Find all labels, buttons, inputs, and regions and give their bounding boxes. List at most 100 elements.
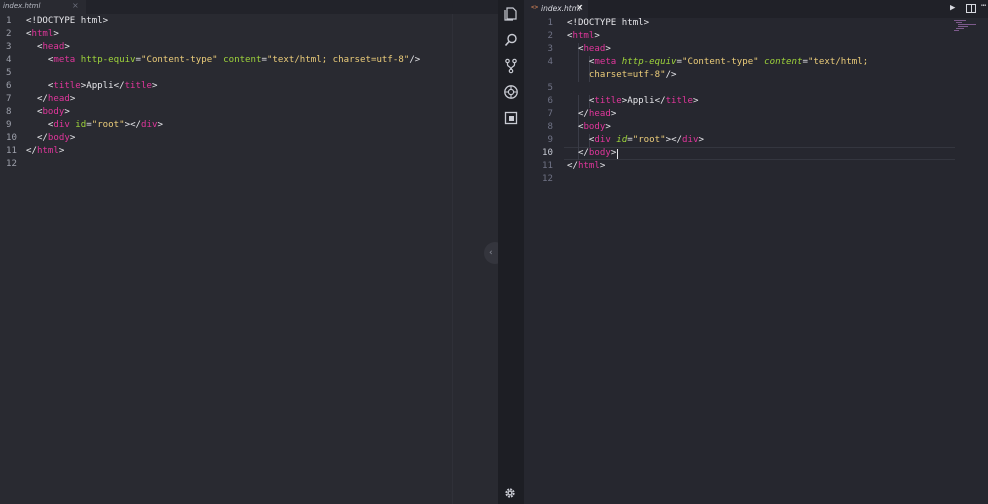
source-control-icon[interactable] <box>503 58 519 74</box>
code-token: html <box>572 31 595 41</box>
run-icon[interactable]: ▶ <box>950 3 955 13</box>
line-number: 8 <box>6 107 12 117</box>
code-token: meta <box>53 55 76 65</box>
line-number: 2 <box>547 31 553 41</box>
right-editor-pane[interactable]: <> index.html × ▶ ⋯ 1 <!DOCTYPE html> 2 <ht… <box>524 0 988 504</box>
code-token: >Appli</ <box>621 96 666 106</box>
code-text: charset=utf-8"/> <box>567 69 677 82</box>
code-token: /> <box>665 70 677 80</box>
code-text: </body> <box>567 147 616 160</box>
code-token: /> <box>409 55 421 65</box>
code-token: "root" <box>632 135 666 145</box>
code-text: <meta http-equiv="Content-type" content=… <box>26 54 420 67</box>
code-token: > <box>599 161 606 171</box>
debug-icon[interactable] <box>503 84 519 100</box>
code-text: <meta http-equiv="Content-type" content=… <box>567 56 868 69</box>
extensions-icon[interactable] <box>503 110 519 126</box>
search-icon[interactable] <box>503 32 519 48</box>
line-number: 8 <box>547 122 553 132</box>
code-token: > <box>64 42 70 52</box>
code-token: > <box>605 122 611 132</box>
code-text: </head> <box>26 93 75 106</box>
code-token: meta <box>594 57 617 67</box>
line-number: 7 <box>547 109 553 119</box>
code-token: < <box>26 120 54 130</box>
line-number: 2 <box>6 29 12 39</box>
line-number: 6 <box>547 96 553 106</box>
text-cursor <box>617 149 618 159</box>
right-editor-tab[interactable]: <> index.html × <box>524 0 588 18</box>
left-editor-tab[interactable]: index.html × <box>0 0 86 14</box>
code-token: > <box>605 44 611 54</box>
code-token: > <box>151 81 158 91</box>
code-token: > <box>692 96 699 106</box>
minimap[interactable] <box>954 20 976 32</box>
code-token: div <box>682 135 699 145</box>
code-token: head <box>583 44 606 54</box>
code-text: </html> <box>567 160 605 173</box>
code-token: > <box>157 120 163 130</box>
line-number: 9 <box>6 120 12 130</box>
code-token: > <box>594 31 600 41</box>
code-token: < <box>567 135 595 145</box>
code-token: body <box>42 107 65 117</box>
code-text: </html> <box>26 145 64 158</box>
activity-bar <box>498 0 524 504</box>
code-text: <html> <box>26 28 59 41</box>
line-number: 12 <box>6 159 17 169</box>
gear-icon[interactable] <box>503 486 517 500</box>
code-token: "root" <box>91 120 125 130</box>
line-number: 4 <box>6 55 12 65</box>
code-token: > <box>64 107 70 117</box>
code-token: id <box>75 120 87 130</box>
code-token: html <box>36 146 59 156</box>
code-token: content <box>223 55 262 65</box>
code-token: body <box>588 148 611 158</box>
code-token: "Content-type" <box>682 57 759 67</box>
line-number: 4 <box>547 57 553 67</box>
code-token: div <box>53 120 70 130</box>
code-token: </ <box>567 148 589 158</box>
code-token: ></ <box>665 135 683 145</box>
files-icon[interactable] <box>503 6 519 22</box>
code-token: </ <box>567 161 578 171</box>
code-token: < <box>26 42 43 52</box>
line-number: 5 <box>547 83 553 93</box>
line-number: 11 <box>542 161 553 171</box>
code-text: </head> <box>567 108 616 121</box>
left-editor-pane[interactable]: index.html × 1 <!DOCTYPE html> 2 <html> 3 <h… <box>0 0 498 504</box>
code-token: div <box>594 135 611 145</box>
code-token: < <box>567 122 584 132</box>
code-token: < <box>567 57 595 67</box>
split-editor-icon[interactable] <box>966 4 976 13</box>
code-token: </ <box>26 94 48 104</box>
html-file-icon: <> <box>531 4 539 11</box>
code-token: http-equiv <box>621 57 677 67</box>
code-token: ></ <box>124 120 142 130</box>
more-actions-icon[interactable]: ⋯ <box>981 1 986 11</box>
line-number: 5 <box>6 68 12 78</box>
code-token: id <box>616 135 628 145</box>
current-line-highlight <box>564 147 955 160</box>
code-token: head <box>588 109 611 119</box>
line-number: 6 <box>6 81 12 91</box>
line-number: 9 <box>547 135 553 145</box>
code-token: < <box>26 81 54 91</box>
code-token: > <box>69 94 76 104</box>
line-number: 10 <box>542 148 553 158</box>
code-token: > <box>610 109 617 119</box>
line-number: 12 <box>542 174 553 184</box>
line-number: 11 <box>6 146 17 156</box>
code-token: > <box>58 146 65 156</box>
close-icon[interactable]: × <box>576 3 584 13</box>
code-token: > <box>698 135 704 145</box>
line-number: 1 <box>6 16 12 26</box>
code-token: </ <box>567 109 589 119</box>
code-token: "text/html; charset=utf-8" <box>266 55 410 65</box>
code-token: html <box>577 161 600 171</box>
code-token: > <box>610 148 617 158</box>
line-number: 1 <box>547 18 553 28</box>
left-tab-label: index.html <box>3 2 41 10</box>
close-icon[interactable]: × <box>72 1 79 10</box>
code-text: <!DOCTYPE html> <box>26 15 108 28</box>
